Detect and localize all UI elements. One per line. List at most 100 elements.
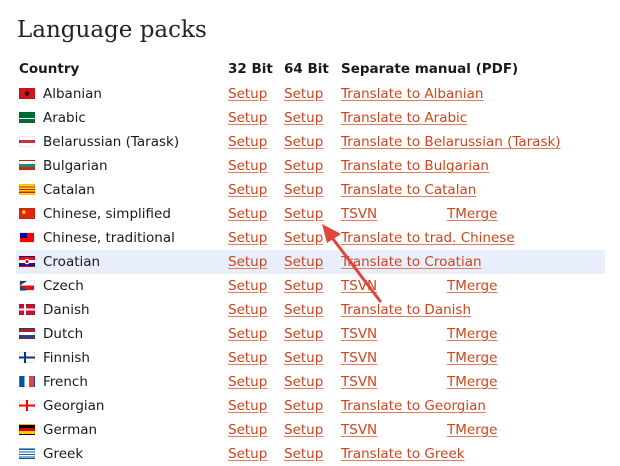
setup-64bit-link[interactable]: Setup xyxy=(284,250,323,274)
table-row: Dutch Setup Setup TSVN TMerge xyxy=(16,322,605,346)
country-name: German xyxy=(43,422,98,438)
croatia-flag-icon xyxy=(19,256,35,267)
finland-flag-icon xyxy=(19,352,35,363)
setup-32bit-link[interactable]: Setup xyxy=(228,82,267,106)
table-row: Greek Setup Setup Translate to Greek xyxy=(16,442,605,466)
catalonia-flag-icon xyxy=(19,184,35,195)
page-title: Language packs xyxy=(17,17,207,43)
manual-link[interactable]: TSVN xyxy=(341,418,377,442)
manual-link[interactable]: TSVN xyxy=(341,202,377,226)
greece-flag-icon xyxy=(19,448,35,459)
setup-64bit-link[interactable]: Setup xyxy=(284,370,323,394)
country-name: French xyxy=(43,374,88,390)
tmerge-manual-link[interactable]: TMerge xyxy=(447,418,497,442)
country-cell: Dutch xyxy=(19,322,83,346)
setup-64bit-link[interactable]: Setup xyxy=(284,130,323,154)
setup-32bit-link[interactable]: Setup xyxy=(228,178,267,202)
setup-64bit-link[interactable]: Setup xyxy=(284,178,323,202)
tmerge-manual-link[interactable]: TMerge xyxy=(447,346,497,370)
setup-32bit-link[interactable]: Setup xyxy=(228,130,267,154)
country-cell: Arabic xyxy=(19,106,86,130)
column-header-country: Country xyxy=(19,61,80,77)
setup-64bit-link[interactable]: Setup xyxy=(284,274,323,298)
table-header-row: Country 32 Bit 64 Bit Separate manual (P… xyxy=(16,57,605,82)
country-cell: Croatian xyxy=(19,250,100,274)
setup-32bit-link[interactable]: Setup xyxy=(228,106,267,130)
table-row: German Setup Setup TSVN TMerge xyxy=(16,418,605,442)
tmerge-manual-link[interactable]: TMerge xyxy=(447,274,497,298)
setup-32bit-link[interactable]: Setup xyxy=(228,154,267,178)
tmerge-manual-link[interactable]: TMerge xyxy=(447,370,497,394)
table-row: Georgian Setup Setup Translate to Georgian xyxy=(16,394,605,418)
setup-64bit-link[interactable]: Setup xyxy=(284,154,323,178)
country-name: Bulgarian xyxy=(43,158,108,174)
country-cell: Greek xyxy=(19,442,83,466)
setup-64bit-link[interactable]: Setup xyxy=(284,82,323,106)
table-row: Belarussian (Tarask) Setup Setup Translate … xyxy=(16,130,605,154)
saudi-arabia-flag-icon xyxy=(19,112,35,123)
setup-32bit-link[interactable]: Setup xyxy=(228,274,267,298)
setup-32bit-link[interactable]: Setup xyxy=(228,442,267,466)
manual-link[interactable]: TSVN xyxy=(341,322,377,346)
column-header-64bit: 64 Bit xyxy=(284,61,329,77)
setup-32bit-link[interactable]: Setup xyxy=(228,202,267,226)
setup-32bit-link[interactable]: Setup xyxy=(228,250,267,274)
table-row: Finnish Setup Setup TSVN TMerge xyxy=(16,346,605,370)
belarus-flag-icon xyxy=(19,136,35,147)
tmerge-manual-link[interactable]: TMerge xyxy=(447,202,497,226)
country-name: Finnish xyxy=(43,350,90,366)
setup-32bit-link[interactable]: Setup xyxy=(228,394,267,418)
czech-flag-icon xyxy=(19,280,35,291)
manual-link[interactable]: Translate to Croatian xyxy=(341,250,482,274)
setup-32bit-link[interactable]: Setup xyxy=(228,322,267,346)
setup-64bit-link[interactable]: Setup xyxy=(284,202,323,226)
manual-link[interactable]: Translate to trad. Chinese xyxy=(341,226,515,250)
table-row: Bulgarian Setup Setup Translate to Bulgaria… xyxy=(16,154,605,178)
manual-link[interactable]: TSVN xyxy=(341,274,377,298)
country-cell: Chinese, simplified xyxy=(19,202,171,226)
setup-64bit-link[interactable]: Setup xyxy=(284,322,323,346)
table-row: Croatian Setup Setup Translate to Croatian xyxy=(16,250,605,274)
setup-32bit-link[interactable]: Setup xyxy=(228,370,267,394)
setup-64bit-link[interactable]: Setup xyxy=(284,106,323,130)
table-row: Chinese, simplified Setup Setup TSVN TMerge xyxy=(16,202,605,226)
manual-link[interactable]: Translate to Albanian xyxy=(341,82,483,106)
manual-link[interactable]: Translate to Danish xyxy=(341,298,471,322)
country-cell: Finnish xyxy=(19,346,90,370)
manual-link[interactable]: Translate to Arabic xyxy=(341,106,467,130)
setup-64bit-link[interactable]: Setup xyxy=(284,418,323,442)
setup-64bit-link[interactable]: Setup xyxy=(284,226,323,250)
germany-flag-icon xyxy=(19,424,35,435)
country-name: Chinese, simplified xyxy=(43,206,171,222)
country-cell: Georgian xyxy=(19,394,105,418)
table-row: Danish Setup Setup Translate to Danish xyxy=(16,298,605,322)
manual-link[interactable]: Translate to Catalan xyxy=(341,178,476,202)
column-header-manual: Separate manual (PDF) xyxy=(341,61,519,77)
manual-link[interactable]: TSVN xyxy=(341,370,377,394)
denmark-flag-icon xyxy=(19,304,35,315)
manual-link[interactable]: TSVN xyxy=(341,346,377,370)
table-row: Chinese, traditional Setup Setup Translate … xyxy=(16,226,605,250)
setup-64bit-link[interactable]: Setup xyxy=(284,346,323,370)
manual-link[interactable]: Translate to Bulgarian xyxy=(341,154,489,178)
table-row: Catalan Setup Setup Translate to Catalan xyxy=(16,178,605,202)
albania-flag-icon xyxy=(19,88,35,99)
country-name: Albanian xyxy=(43,86,102,102)
setup-32bit-link[interactable]: Setup xyxy=(228,226,267,250)
setup-32bit-link[interactable]: Setup xyxy=(228,418,267,442)
setup-64bit-link[interactable]: Setup xyxy=(284,298,323,322)
setup-32bit-link[interactable]: Setup xyxy=(228,346,267,370)
table-body: Albanian Setup Setup Translate to Albanian A… xyxy=(16,82,605,466)
column-header-32bit: 32 Bit xyxy=(228,61,273,77)
country-name: Danish xyxy=(43,302,90,318)
country-name: Greek xyxy=(43,446,84,462)
setup-32bit-link[interactable]: Setup xyxy=(228,298,267,322)
country-name: Chinese, traditional xyxy=(43,230,175,246)
country-name: Catalan xyxy=(43,182,95,198)
setup-64bit-link[interactable]: Setup xyxy=(284,442,323,466)
manual-link[interactable]: Translate to Georgian xyxy=(341,394,486,418)
manual-link[interactable]: Translate to Belarussian (Tarask) xyxy=(341,130,561,154)
setup-64bit-link[interactable]: Setup xyxy=(284,394,323,418)
tmerge-manual-link[interactable]: TMerge xyxy=(447,322,497,346)
manual-link[interactable]: Translate to Greek xyxy=(341,442,465,466)
